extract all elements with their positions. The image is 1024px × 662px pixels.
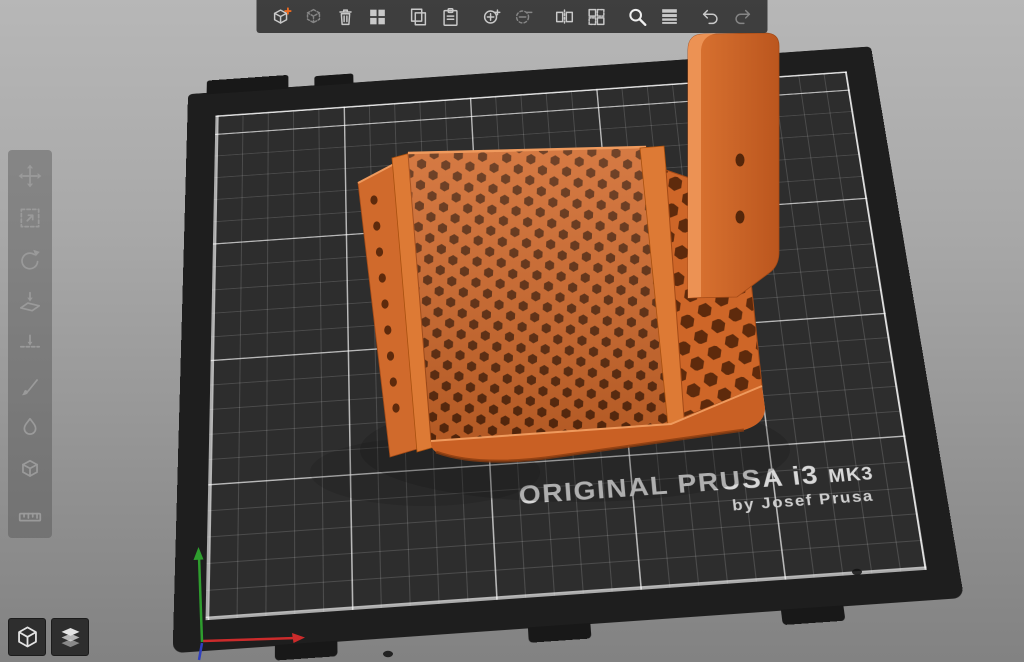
arrange-grid-icon (367, 6, 389, 28)
scale-tool-button[interactable] (8, 197, 52, 239)
split-objects-icon (554, 6, 576, 28)
scale-box-icon (17, 205, 43, 231)
undo-button[interactable] (696, 2, 726, 32)
magnifier-icon (627, 6, 649, 28)
droplet-icon (17, 415, 43, 441)
arrange-button[interactable] (363, 2, 393, 32)
bed-mount-tab (528, 623, 592, 643)
model-plate-hole (736, 211, 745, 224)
cube-plus-icon (271, 6, 293, 28)
split-to-objects-button[interactable] (550, 2, 580, 32)
trash-icon (335, 6, 357, 28)
split-parts-icon (586, 6, 608, 28)
variable-layer-height-button[interactable] (655, 2, 685, 32)
circle-minus-icon (513, 6, 535, 28)
cut-tool-button[interactable] (8, 323, 52, 365)
split-to-parts-button[interactable] (582, 2, 612, 32)
paste-button[interactable] (436, 2, 466, 32)
remove-instance-button[interactable] (509, 2, 539, 32)
cut-plane-icon (17, 331, 43, 357)
bed-mount-tab (207, 75, 289, 94)
stacked-layers-icon (57, 624, 84, 651)
bed-mount-tab (781, 605, 846, 625)
search-button[interactable] (623, 2, 653, 32)
ruler-icon (17, 499, 43, 525)
left-toolbar (8, 150, 52, 538)
brush-icon (17, 373, 43, 399)
move-arrows-icon (17, 163, 43, 189)
view-toolbar (8, 618, 89, 656)
cube-dashed-icon (303, 6, 325, 28)
copy-button[interactable] (404, 2, 434, 32)
paste-icon (440, 6, 462, 28)
circle-plus-icon (481, 6, 503, 28)
model-back-plate (688, 33, 779, 298)
editor-3d-view-button[interactable] (8, 618, 46, 656)
undo-arrow-icon (700, 6, 722, 28)
flatten-plane-icon (17, 289, 43, 315)
move-tool-button[interactable] (8, 155, 52, 197)
bed-mount-tab (314, 73, 353, 86)
layer-bars-icon (659, 6, 681, 28)
model-floor-shading (408, 147, 671, 441)
redo-button[interactable] (728, 2, 758, 32)
redo-arrow-icon (732, 6, 754, 28)
delete-all-button[interactable] (331, 2, 361, 32)
seam-tool-button[interactable] (8, 407, 52, 449)
bed-mount-tab (275, 641, 338, 661)
multimaterial-paint-tool-button[interactable] (8, 449, 52, 491)
add-instance-button[interactable] (477, 2, 507, 32)
model-plate-hole (736, 154, 745, 167)
measure-tool-button[interactable] (8, 491, 52, 533)
paint-supports-tool-button[interactable] (8, 365, 52, 407)
copy-icon (408, 6, 430, 28)
rotate-tool-button[interactable] (8, 239, 52, 281)
preview-layers-view-button[interactable] (51, 618, 89, 656)
top-toolbar (257, 0, 768, 33)
slicer-3d-viewport: ORIGINAL PRUSA i3 MK3 by Josef Prusa (0, 0, 1024, 662)
place-on-face-tool-button[interactable] (8, 281, 52, 323)
cube-icon (17, 457, 43, 483)
add-object-button[interactable] (267, 2, 297, 32)
bed-variant-text: MK3 (827, 464, 875, 487)
cube-outline-icon (14, 624, 41, 651)
rotate-arrow-icon (17, 247, 43, 273)
delete-object-button[interactable] (299, 2, 329, 32)
